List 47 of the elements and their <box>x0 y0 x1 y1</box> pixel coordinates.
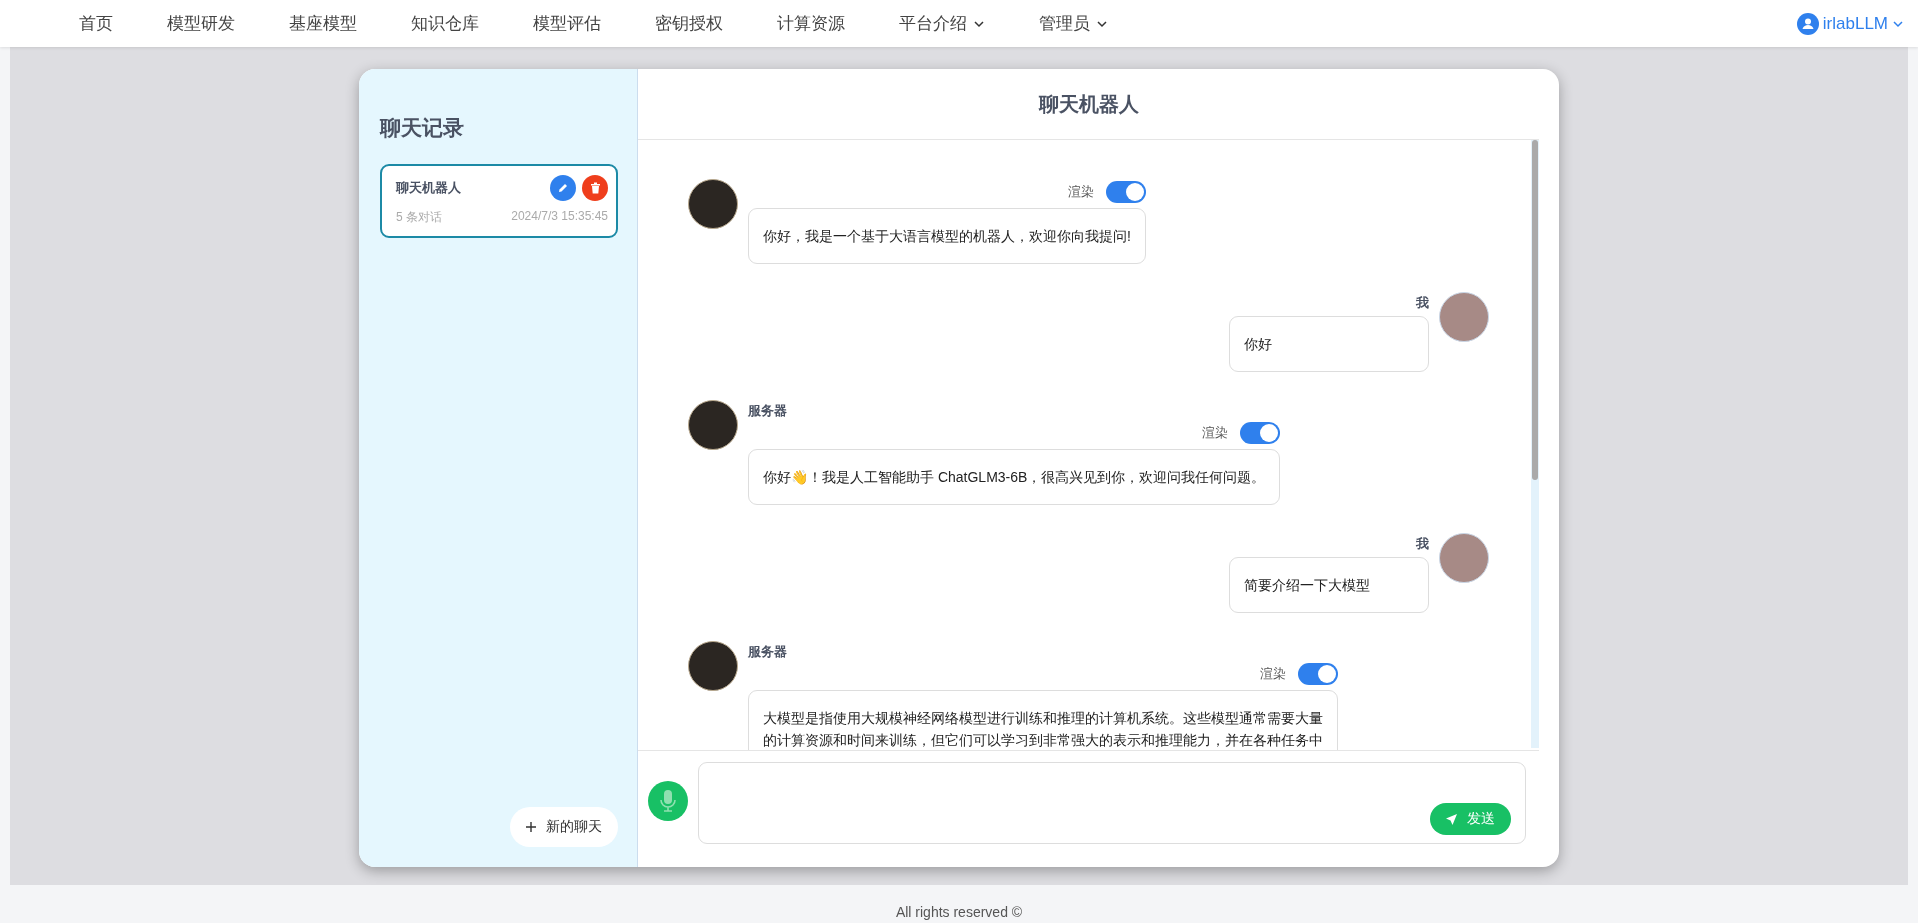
render-label: 渲染 <box>1202 424 1229 442</box>
avatar-photo-placeholder <box>688 641 738 691</box>
pencil-icon <box>557 182 569 194</box>
nav-link[interactable]: 知识仓库 <box>384 12 506 35</box>
session-name: 聊天机器人 <box>396 179 461 197</box>
message-bubble: 你好，我是一个基于大语言模型的机器人，欢迎你向我提问! <box>748 208 1146 264</box>
nav-link[interactable]: 管理员 <box>1012 12 1135 35</box>
edit-button[interactable] <box>550 175 576 201</box>
nav-link[interactable]: 密钥授权 <box>628 12 750 35</box>
session-time: 2024/7/3 15:35:45 <box>511 209 608 225</box>
session-item[interactable]: 聊天机器人 5 条对话 2024/7/3 15:35:45 <box>380 164 618 238</box>
trash-icon <box>589 182 601 194</box>
user-menu[interactable]: irlabLLM <box>1796 12 1904 35</box>
message-bubble: 你好 <box>1229 316 1429 372</box>
new-chat-button[interactable]: 新的聊天 <box>510 807 618 847</box>
nav-link[interactable]: 平台介绍 <box>872 12 1012 35</box>
sidebar-title: 聊天记录 <box>380 115 465 141</box>
microphone-button[interactable] <box>648 781 688 821</box>
sender-name: 服务器 <box>748 402 787 420</box>
message-count: 5 条对话 <box>396 209 442 226</box>
chat-title: 聊天机器人 <box>638 69 1539 140</box>
nav-link[interactable]: 模型评估 <box>506 12 628 35</box>
avatar-photo-placeholder <box>688 179 738 229</box>
render-toggle[interactable] <box>1240 422 1281 444</box>
sender-name: 我 <box>1416 294 1429 312</box>
render-label: 渲染 <box>1260 665 1286 683</box>
avatar-photo-placeholder <box>1439 533 1489 583</box>
message-bubble: 你好👋！我是人工智能助手 ChatGLM3-6B，很高兴见到你，欢迎问我任何问题。 <box>748 449 1281 505</box>
message-bubble: 简要介绍一下大模型 <box>1229 557 1429 613</box>
microphone-icon <box>660 790 676 812</box>
paper-plane-icon <box>1446 813 1457 825</box>
sender-name: 我 <box>1416 535 1429 553</box>
render-toggle[interactable] <box>1298 663 1338 685</box>
sender-name: 服务器 <box>748 643 787 661</box>
render-label: 渲染 <box>1067 183 1094 201</box>
user-avatar-icon <box>1796 12 1819 35</box>
plus-icon <box>526 822 536 832</box>
delete-button[interactable] <box>582 175 608 201</box>
nav-link[interactable]: 模型研发 <box>140 12 262 35</box>
footer-text: All rights reserved © <box>895 904 1023 920</box>
avatar-photo-placeholder <box>1439 292 1489 342</box>
nav-link[interactable]: 首页 <box>52 12 140 35</box>
render-toggle[interactable] <box>1105 181 1146 203</box>
avatar-photo-placeholder <box>688 400 738 450</box>
nav-link[interactable]: 基座模型 <box>262 12 384 35</box>
nav-link[interactable]: 计算资源 <box>750 12 872 35</box>
scrollbar[interactable] <box>1531 140 1539 748</box>
